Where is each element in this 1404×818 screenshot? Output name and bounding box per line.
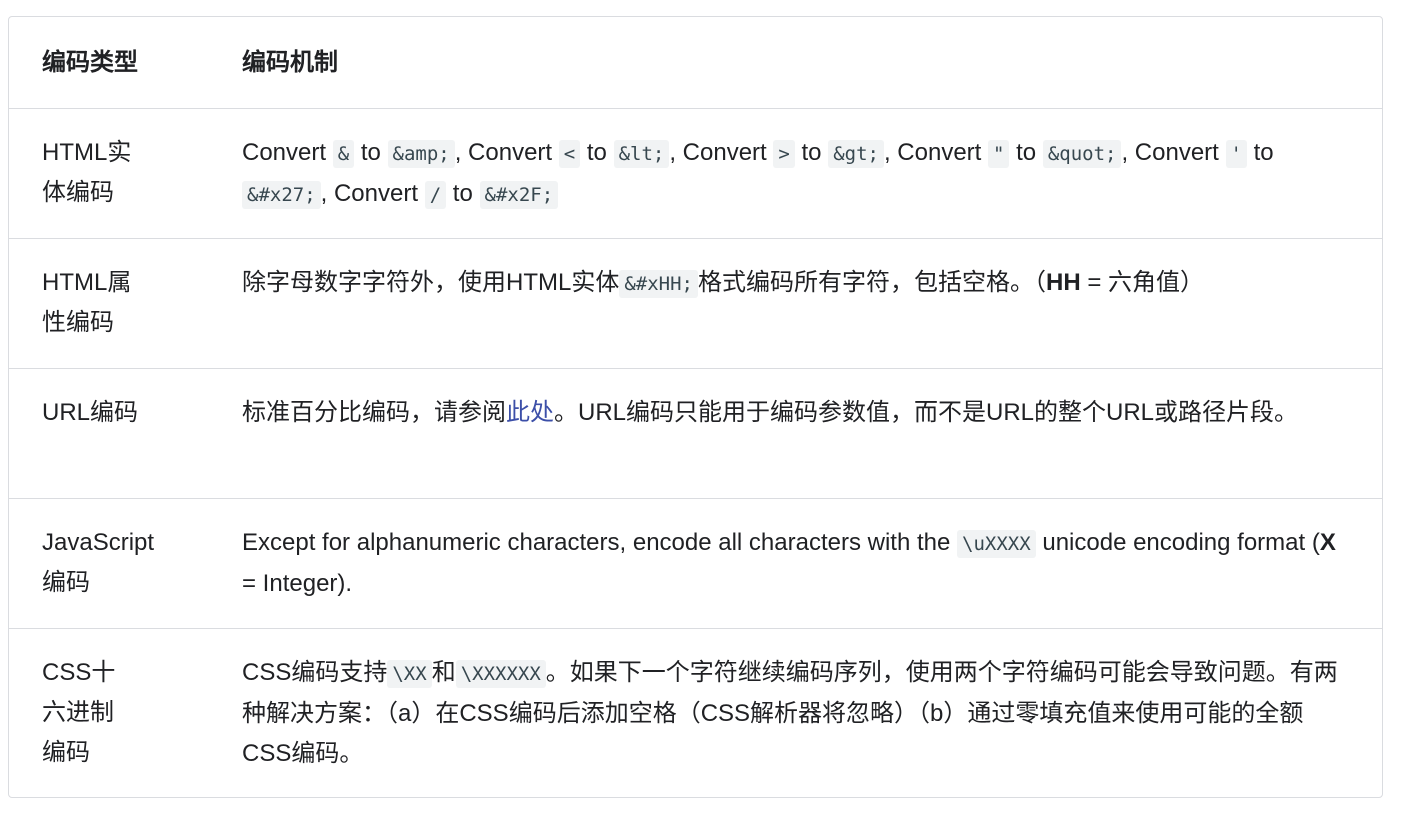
text: to: [580, 138, 614, 166]
code-literal: &#x27;: [242, 180, 321, 209]
encoding-table: 编码类型 编码机制 HTML实体编码 Convert & to &amp;, C…: [9, 17, 1382, 797]
text: 除字母数字字符外，使用HTML实体: [242, 268, 620, 296]
text: 格式编码所有字符，包括空格。（: [697, 268, 1046, 296]
encoding-mechanism-cell: 除字母数字字符外，使用HTML实体 &#xHH; 格式编码所有字符，包括空格。（HH…: [209, 238, 1382, 369]
encoding-table-container: 编码类型 编码机制 HTML实体编码 Convert & to &amp;, C…: [8, 16, 1383, 798]
table-header-row: 编码类型 编码机制: [9, 17, 1382, 109]
header-encoding-mechanism: 编码机制: [209, 17, 1382, 109]
table-row: URL编码 标准百分比编码，请参阅此处。URL编码只能用于编码参数值，而不是UR…: [9, 368, 1382, 499]
encoding-mechanism-cell: CSS编码支持 \XX 和 \XXXXXX 。如果下一个字符继续编码序列，使用两个字符编…: [209, 628, 1382, 797]
text: unicode encoding format (: [1035, 528, 1320, 556]
code-literal: &quot;: [1042, 139, 1122, 168]
encoding-mechanism-cell: 标准百分比编码，请参阅此处。URL编码只能用于编码参数值，而不是URL的整个UR…: [209, 368, 1382, 499]
code-literal: \XX: [387, 659, 432, 688]
bold-text: X: [1319, 528, 1336, 556]
table-row: CSS十六进制编码 CSS编码支持 \XX 和 \XXXXXX 。如果下一个字符继续编码…: [9, 628, 1382, 797]
table-row: HTML实体编码 Convert & to &amp;, Convert < t…: [9, 108, 1382, 239]
text: Convert: [242, 138, 333, 166]
text: to: [446, 179, 480, 207]
code-literal: &gt;: [828, 139, 884, 168]
text: , Convert: [1121, 138, 1226, 166]
code-literal: ": [988, 139, 1010, 168]
reference-link[interactable]: 此处: [506, 399, 554, 426]
encoding-type-cell: JavaScript编码: [9, 498, 209, 629]
code-literal: /: [424, 180, 447, 209]
code-literal: >: [773, 139, 795, 168]
text: , Convert: [320, 179, 425, 207]
text: = Integer).: [242, 569, 353, 597]
text: , Convert: [669, 138, 774, 166]
text: , Convert: [454, 138, 559, 166]
code-literal: &amp;: [387, 139, 455, 168]
text: 和: [431, 658, 456, 686]
code-literal: <: [558, 139, 581, 168]
table-row: HTML属性编码 除字母数字字符外，使用HTML实体 &#xHH; 格式编码所有字符…: [9, 238, 1382, 369]
text: 。URL编码只能用于编码参数值，而不是URL的整个URL或路径片段。: [554, 398, 1299, 426]
encoding-mechanism-cell: Except for alphanumeric characters, enco…: [209, 498, 1382, 629]
text: to: [794, 138, 829, 166]
header-encoding-type: 编码类型: [9, 17, 209, 109]
encoding-mechanism-cell: Convert & to &amp;, Convert < to &lt;, C…: [209, 108, 1382, 239]
bold-text: HH: [1045, 268, 1081, 296]
encoding-type-cell: HTML实体编码: [9, 108, 209, 239]
text: to: [1009, 138, 1043, 166]
code-literal: ': [1225, 139, 1247, 168]
text: Except for alphanumeric characters, enco…: [242, 528, 958, 556]
text: to: [354, 138, 388, 166]
code-literal: \XXXXXX: [455, 659, 546, 688]
text: to: [1246, 138, 1274, 166]
code-literal: &: [332, 139, 355, 168]
encoding-type-cell: URL编码: [9, 368, 209, 499]
encoding-type-cell: CSS十六进制编码: [42, 658, 116, 766]
text: CSS编码支持: [242, 658, 388, 686]
text: 标准百分比编码，请参阅: [242, 398, 506, 426]
text: , Convert: [883, 138, 989, 166]
code-literal: \uXXXX: [957, 529, 1036, 558]
code-literal: &lt;: [613, 139, 670, 168]
code-literal: &#xHH;: [619, 269, 698, 298]
text: = 六角值）: [1080, 268, 1205, 296]
table-row: JavaScript编码 Except for alphanumeric cha…: [9, 498, 1382, 629]
code-literal: &#x2F;: [479, 180, 559, 209]
encoding-type-cell: HTML属性编码: [9, 238, 209, 369]
